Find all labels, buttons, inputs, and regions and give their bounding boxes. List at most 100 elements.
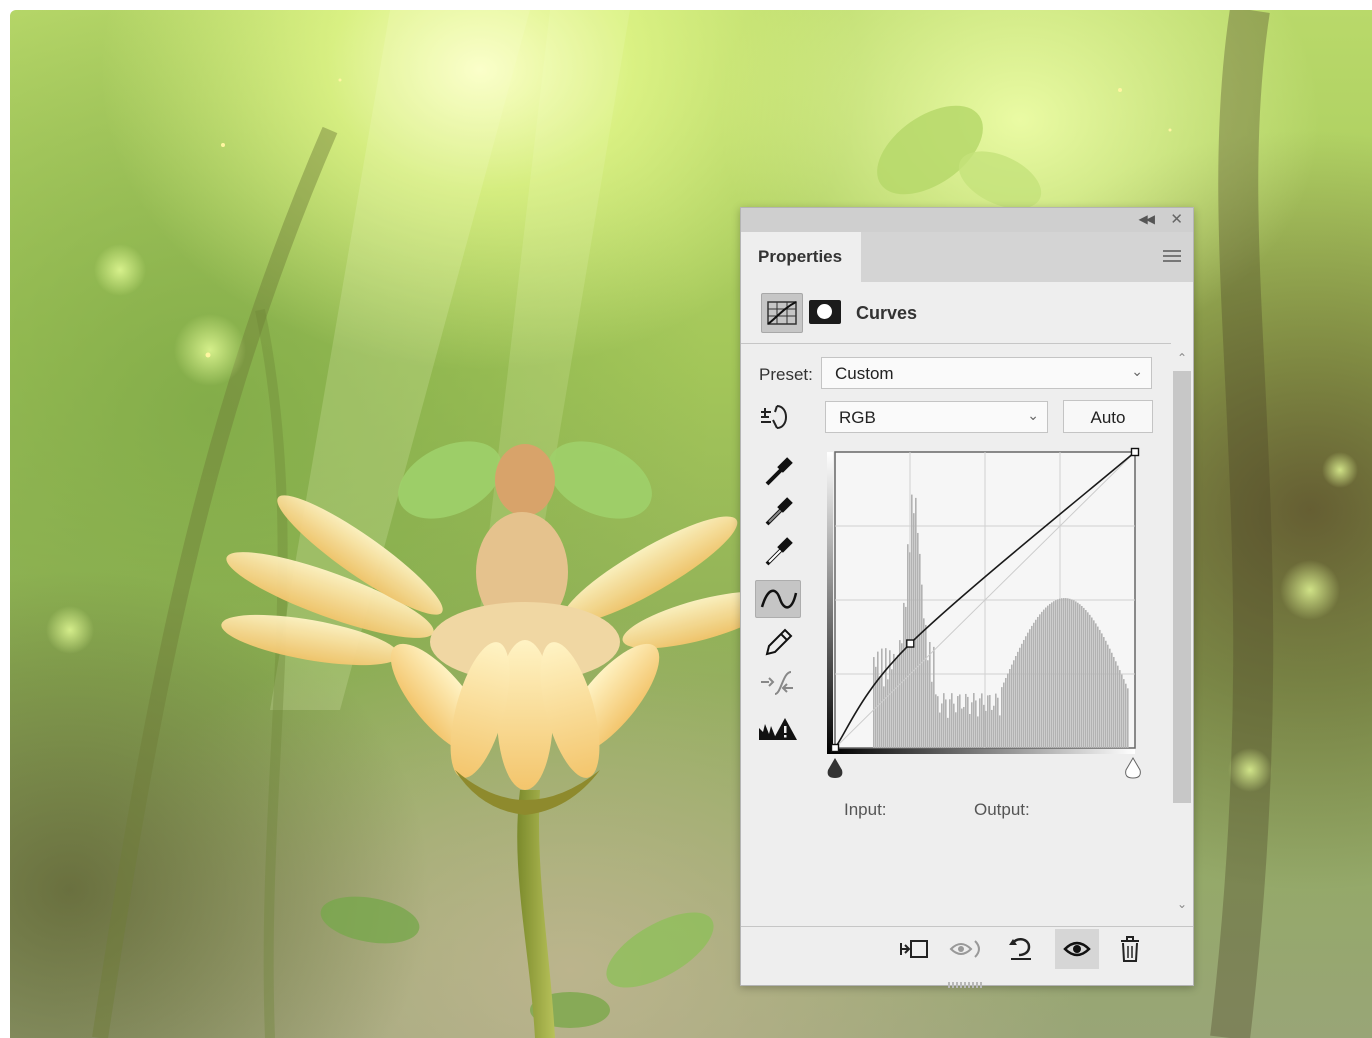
histogram-bar	[965, 693, 967, 748]
auto-button[interactable]: Auto	[1063, 400, 1153, 433]
histogram-bar	[963, 707, 965, 748]
histogram-bar	[981, 693, 983, 748]
curve-points-icon[interactable]	[755, 580, 801, 618]
curves-graph[interactable]	[827, 446, 1149, 786]
histogram-bar	[1023, 639, 1025, 748]
histogram-bar	[955, 712, 957, 748]
histogram-bar	[969, 713, 971, 748]
close-icon[interactable]: ✕	[1170, 210, 1183, 228]
histogram-bar	[1003, 682, 1005, 748]
histogram-bar	[1017, 651, 1019, 748]
channel-value: RGB	[839, 408, 876, 427]
view-previous-state-icon[interactable]	[947, 929, 989, 969]
smooth-curve-icon[interactable]	[755, 664, 801, 702]
scroll-up-icon[interactable]: ⌃	[1171, 351, 1193, 369]
histogram-bar	[1001, 687, 1003, 748]
histogram-bar	[887, 679, 889, 748]
histogram-bar	[897, 655, 899, 748]
preset-dropdown[interactable]: Custom ⌄	[821, 357, 1152, 389]
clipping-warning-icon[interactable]	[755, 710, 801, 748]
histogram-bar	[1121, 674, 1123, 748]
black-point-slider[interactable]	[827, 758, 843, 778]
histogram-bar	[1061, 598, 1063, 748]
histogram-bar	[957, 696, 959, 748]
histogram-bar	[991, 709, 993, 748]
histogram-bar	[1069, 598, 1071, 748]
histogram-bar	[1083, 607, 1085, 748]
histogram-bar	[893, 653, 895, 748]
layer-mask-icon[interactable]	[809, 300, 841, 324]
double-chevron-left-icon[interactable]: ◀◀	[1139, 212, 1156, 226]
tab-properties[interactable]: Properties	[741, 232, 861, 282]
histogram-bar	[927, 660, 929, 748]
panel-title-bar[interactable]: ◀◀ ✕	[741, 208, 1193, 232]
histogram-bar	[1047, 605, 1049, 748]
histogram-bar	[1077, 602, 1079, 748]
histogram-bar	[945, 699, 947, 748]
visibility-eye-icon[interactable]	[1055, 929, 1099, 969]
histogram-bar	[1049, 603, 1051, 748]
histogram-bar	[1107, 644, 1109, 748]
scroll-down-icon[interactable]: ⌄	[1171, 897, 1193, 915]
chevron-down-icon: ⌄	[1027, 407, 1039, 423]
histogram-bar	[1033, 622, 1035, 748]
histogram-bar	[953, 703, 955, 748]
panel-scrollbar[interactable]: ⌃ ⌄	[1171, 349, 1193, 919]
histogram-bar	[951, 693, 953, 748]
histogram-bar	[901, 643, 903, 748]
chevron-down-icon: ⌄	[1131, 363, 1143, 379]
histogram-bar	[1011, 664, 1013, 748]
scroll-thumb[interactable]	[1173, 371, 1191, 803]
histogram-bar	[1105, 640, 1107, 748]
histogram-bar	[975, 700, 977, 748]
histogram-bar	[959, 694, 961, 748]
histogram-bar	[1027, 632, 1029, 748]
white-point-slider[interactable]	[1125, 757, 1141, 779]
black-point-eyedropper-icon[interactable]	[755, 452, 801, 490]
histogram-bar	[873, 657, 875, 748]
gray-point-eyedropper-icon[interactable]	[755, 492, 801, 530]
histogram-bar	[925, 624, 927, 748]
histogram-bar	[939, 712, 941, 748]
histogram-bar	[1051, 602, 1053, 748]
histogram-bar	[883, 686, 885, 748]
histogram-bar	[1007, 673, 1009, 748]
curve-control-point[interactable]	[906, 639, 915, 648]
on-image-adjust-icon[interactable]	[755, 398, 801, 436]
trash-icon[interactable]	[1111, 929, 1149, 969]
histogram-bar	[993, 705, 995, 748]
histogram-bar	[1031, 625, 1033, 748]
histogram-bar	[1005, 677, 1007, 748]
histogram-bar	[929, 642, 931, 748]
histogram-bar	[1091, 617, 1093, 748]
histogram-bar	[1039, 614, 1041, 748]
histogram-bar	[913, 513, 915, 748]
histogram-bar	[891, 669, 893, 748]
histogram-bar	[977, 716, 979, 748]
curve-control-point[interactable]	[1130, 447, 1140, 457]
histogram-bar	[881, 648, 883, 748]
adjustment-header: Curves	[741, 292, 1193, 334]
histogram-bar	[1097, 626, 1099, 748]
histogram-bar	[1019, 647, 1021, 748]
histogram-bar	[1093, 620, 1095, 748]
histogram-bar	[1075, 601, 1077, 748]
panel-menu-icon[interactable]	[1163, 250, 1181, 263]
histogram-bar	[1029, 629, 1031, 748]
curve-control-point[interactable]	[830, 743, 840, 753]
reset-icon[interactable]	[1001, 929, 1041, 969]
histogram-bar	[1013, 660, 1015, 748]
channel-dropdown[interactable]: RGB ⌄	[825, 401, 1048, 433]
histogram-bar	[1095, 623, 1097, 748]
histogram-bar	[1043, 609, 1045, 748]
white-point-eyedropper-icon[interactable]	[755, 532, 801, 570]
histogram-bar	[923, 618, 925, 748]
clip-to-layer-icon[interactable]	[893, 929, 935, 969]
histogram-bar	[1063, 598, 1065, 748]
resize-grip[interactable]	[948, 975, 986, 988]
histogram-bar	[919, 553, 921, 748]
curves-adjustment-icon[interactable]	[761, 293, 803, 333]
histogram-bar	[943, 693, 945, 748]
pencil-draw-icon[interactable]	[755, 622, 801, 660]
histogram-bar	[931, 681, 933, 748]
